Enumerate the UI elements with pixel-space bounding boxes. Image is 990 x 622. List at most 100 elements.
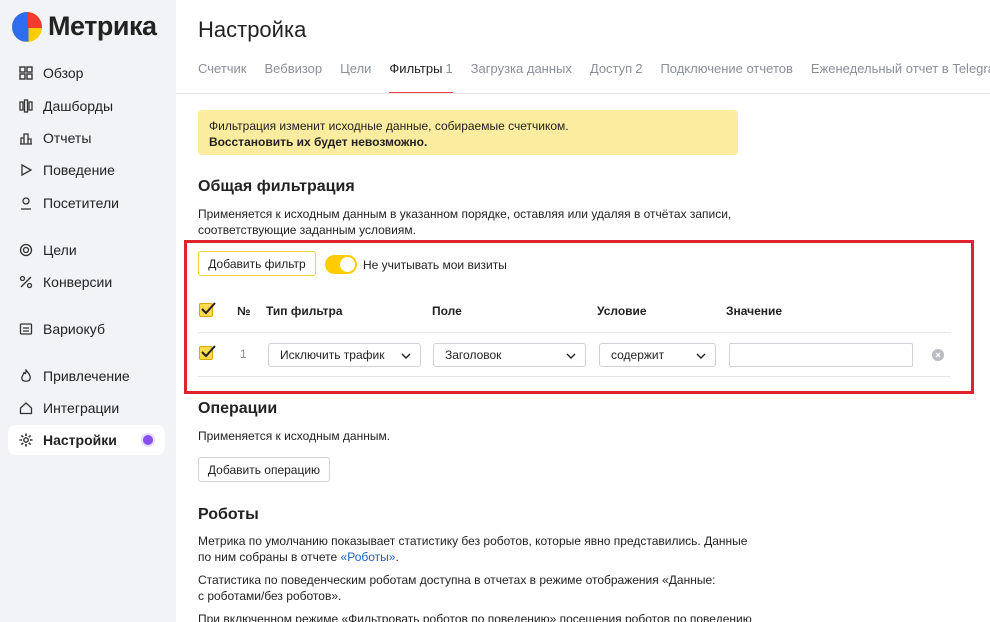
- paragraph-line: с роботами/без роботов».: [198, 589, 342, 603]
- sidebar: Метрика Обзор Дашборды Отчеты Поведение …: [0, 0, 176, 622]
- paragraph-line: Метрика по умолчанию показывает статисти…: [198, 534, 748, 548]
- bar-chart-icon: [18, 130, 34, 146]
- description-line: Применяется к исходным данным в указанно…: [198, 207, 732, 221]
- description-line: соответствующие заданным условиям.: [198, 223, 416, 237]
- filter-type-select[interactable]: Исключить трафик: [268, 343, 421, 367]
- cube-icon: [18, 321, 34, 337]
- tab-label: Загрузка данных: [470, 61, 572, 76]
- paragraph-line: Статистика по поведенческим роботам дост…: [198, 573, 716, 587]
- play-icon: [18, 162, 34, 178]
- robots-report-link[interactable]: «Роботы»: [341, 550, 396, 564]
- column-header-type: Тип фильтра: [266, 304, 343, 318]
- tabs-divider: [176, 93, 990, 94]
- tab-count: 1: [445, 61, 453, 76]
- condition-select[interactable]: содержит: [599, 343, 716, 367]
- paragraph-line: по ним собраны в отчете «Роботы».: [198, 549, 747, 565]
- gear-icon: [18, 432, 34, 448]
- metrika-logo-icon: [12, 11, 42, 42]
- tab-label: Вебвизор: [264, 61, 323, 76]
- row-checkbox[interactable]: [199, 345, 216, 360]
- chevron-down-icon: [696, 353, 706, 359]
- warning-text: Фильтрация изменит исходные данные, соби…: [209, 119, 569, 133]
- add-operation-button[interactable]: Добавить операцию: [198, 457, 330, 482]
- sidebar-item-dashboards[interactable]: Дашборды: [8, 91, 165, 121]
- select-all-checkbox[interactable]: [199, 302, 216, 317]
- settings-tabs: Счетчик Вебвизор Цели Фильтры 1 Загрузка …: [198, 61, 990, 94]
- warning-strong-text: Восстановить их будет невозможно.: [209, 135, 428, 149]
- paragraph-text: по ним собраны в отчете: [198, 550, 341, 564]
- sidebar-item-label: Привлечение: [43, 368, 130, 384]
- general-filtering-description: Применяется к исходным данным в указанно…: [198, 206, 731, 238]
- chevron-down-icon: [566, 353, 576, 359]
- column-header-condition: Условие: [597, 304, 647, 318]
- value-input[interactable]: [729, 343, 913, 367]
- sidebar-item-variocube[interactable]: Вариокуб: [8, 314, 165, 344]
- tab-count: 2: [635, 61, 643, 76]
- metrika-logo[interactable]: Метрика: [12, 11, 157, 42]
- exclude-my-visits-toggle[interactable]: [325, 255, 357, 274]
- toggle-label: Не учитывать мои визиты: [363, 258, 507, 272]
- percent-icon: [18, 274, 34, 290]
- sidebar-item-conversions[interactable]: Конверсии: [8, 267, 165, 297]
- notification-dot: [143, 435, 153, 445]
- app-name: Метрика: [48, 11, 157, 41]
- tab-label: Цели: [340, 61, 372, 76]
- sidebar-item-label: Конверсии: [43, 274, 113, 290]
- close-icon: [935, 352, 941, 358]
- tab-access[interactable]: Доступ 2: [590, 61, 643, 94]
- tab-label: Счетчик: [198, 61, 247, 76]
- robots-title: Роботы: [198, 506, 259, 523]
- remove-filter-button[interactable]: [932, 349, 944, 361]
- sidebar-item-behavior[interactable]: Поведение: [8, 155, 165, 185]
- grid-icon: [18, 65, 34, 81]
- sidebar-item-visitors[interactable]: Посетители: [8, 188, 165, 218]
- check-icon: [201, 345, 216, 358]
- column-header-field: Поле: [432, 304, 462, 318]
- tab-webvisor[interactable]: Вебвизор: [265, 61, 323, 94]
- row-number: 1: [240, 347, 247, 361]
- tab-goals[interactable]: Цели: [340, 61, 371, 94]
- sidebar-item-label: Вариокуб: [43, 321, 105, 337]
- person-icon: [18, 195, 34, 211]
- sidebar-item-label: Посетители: [43, 195, 119, 211]
- sidebar-item-reports[interactable]: Отчеты: [8, 123, 165, 153]
- sidebar-item-acquisition[interactable]: Привлечение: [8, 361, 165, 391]
- target-icon: [18, 242, 34, 258]
- paragraph-text: .: [395, 550, 399, 564]
- add-filter-button[interactable]: Добавить фильтр: [198, 251, 316, 276]
- tab-label: Доступ: [589, 61, 633, 76]
- tab-data-upload[interactable]: Загрузка данных: [471, 61, 572, 94]
- dashboards-icon: [18, 98, 34, 114]
- page-title: Настройка: [198, 17, 307, 42]
- sidebar-item-label: Интеграции: [43, 400, 120, 416]
- home-icon: [18, 400, 34, 416]
- tab-telegram-report[interactable]: Еженедельный отчет в Telegram: [811, 61, 990, 94]
- sidebar-item-label: Настройки: [43, 432, 117, 448]
- tab-counter[interactable]: Счетчик: [198, 61, 247, 94]
- sidebar-item-label: Отчеты: [43, 130, 92, 146]
- operations-description: Применяется к исходным данным.: [198, 429, 391, 443]
- robots-paragraph-1: Метрика по умолчанию показывает статисти…: [198, 533, 747, 565]
- sidebar-item-label: Цели: [43, 242, 77, 258]
- sidebar-item-goals[interactable]: Цели: [8, 235, 165, 265]
- robots-paragraph-2: Статистика по поведенческим роботам дост…: [198, 572, 715, 604]
- field-select[interactable]: Заголовок: [433, 343, 586, 367]
- table-divider: [198, 376, 951, 377]
- chevron-down-icon: [401, 353, 411, 359]
- sidebar-item-settings[interactable]: Настройки: [8, 425, 165, 455]
- sidebar-item-overview[interactable]: Обзор: [8, 58, 165, 88]
- sidebar-item-label: Обзор: [43, 65, 84, 81]
- select-value: содержит: [611, 348, 665, 362]
- column-header-number: №: [237, 304, 251, 318]
- filter-warning: Фильтрация изменит исходные данные, соби…: [198, 110, 738, 155]
- tab-label: Фильтры: [389, 61, 443, 76]
- tab-label: Еженедельный отчет в Telegram: [810, 61, 990, 76]
- operations-title: Операции: [198, 400, 278, 417]
- flame-icon: [18, 368, 34, 384]
- column-header-value: Значение: [726, 304, 783, 318]
- tab-report-connection[interactable]: Подключение отчетов: [660, 61, 792, 94]
- sidebar-item-integrations[interactable]: Интеграции: [8, 393, 165, 423]
- table-divider: [198, 332, 951, 333]
- tab-filters[interactable]: Фильтры 1: [389, 61, 453, 94]
- check-icon: [201, 302, 216, 315]
